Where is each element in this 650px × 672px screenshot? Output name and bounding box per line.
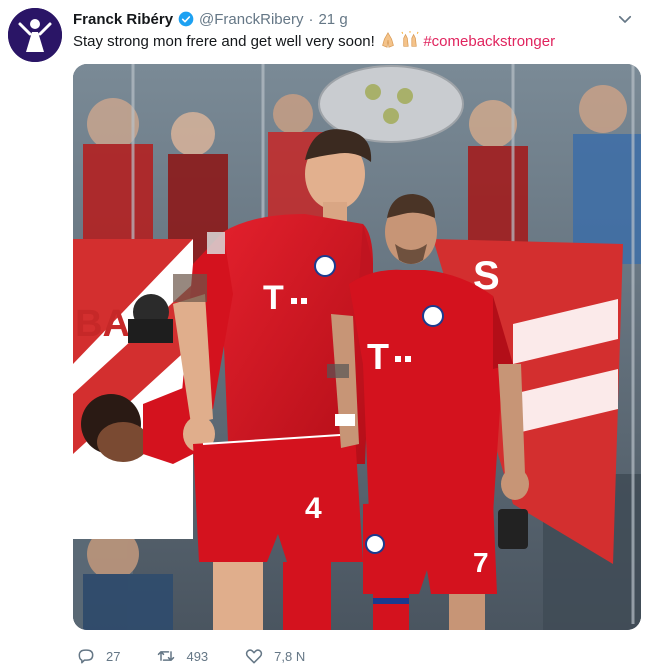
hashtag-link[interactable]: #comebackstronger bbox=[423, 33, 555, 50]
svg-text:4: 4 bbox=[305, 492, 322, 525]
reply-count: 27 bbox=[106, 648, 121, 664]
like-button[interactable]: 7,8 N bbox=[244, 646, 305, 666]
raised-hands-icon bbox=[401, 31, 419, 47]
svg-text:T: T bbox=[263, 279, 284, 317]
avatar[interactable] bbox=[8, 8, 62, 62]
avatar-figure-icon bbox=[8, 8, 62, 62]
folded-hands-icon bbox=[382, 32, 394, 48]
tweet-text: Stay strong mon frere and get well very … bbox=[73, 31, 630, 52]
reply-button[interactable]: 27 bbox=[76, 646, 120, 666]
retweet-button[interactable]: 493 bbox=[156, 646, 208, 666]
reply-icon bbox=[78, 649, 94, 664]
user-handle[interactable]: @FranckRibery bbox=[199, 11, 303, 28]
timestamp[interactable]: 21 g bbox=[318, 11, 347, 28]
svg-text:T: T bbox=[367, 336, 389, 377]
svg-text:7: 7 bbox=[473, 547, 489, 578]
retweet-icon bbox=[158, 651, 175, 661]
verified-badge-icon bbox=[178, 11, 194, 27]
svg-text:BA: BA bbox=[75, 303, 130, 345]
tweet-photo[interactable]: BA S 4 T T 7 bbox=[73, 64, 641, 630]
retweet-count: 493 bbox=[186, 648, 209, 664]
tweet-header: Franck Ribéry @FranckRibery · 21 g bbox=[73, 8, 610, 30]
chevron-down-icon[interactable] bbox=[616, 10, 634, 28]
separator-dot: · bbox=[308, 10, 314, 28]
like-count: 7,8 N bbox=[274, 648, 306, 664]
tweet-actions: 27 493 7,8 N bbox=[76, 644, 341, 668]
tweet-body: Stay strong mon frere and get well very … bbox=[73, 33, 375, 50]
heart-icon bbox=[246, 649, 263, 664]
display-name[interactable]: Franck Ribéry bbox=[73, 11, 173, 28]
